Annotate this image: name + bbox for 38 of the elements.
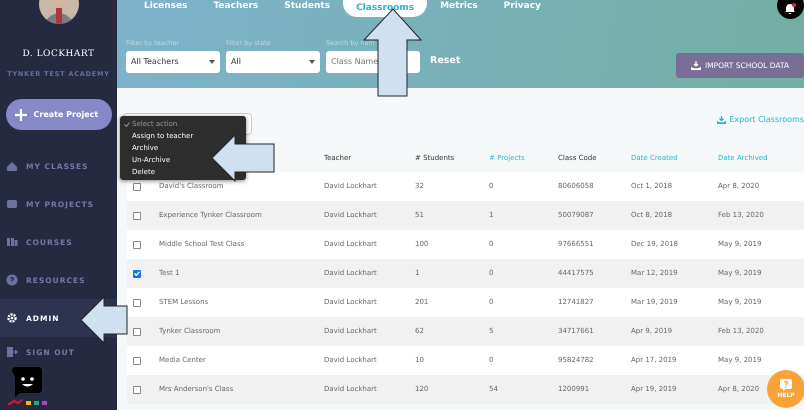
checkbox[interactable] [133,328,141,336]
books-icon [6,236,18,248]
checkbox[interactable] [133,386,141,394]
home-icon [6,160,18,172]
caret-icon [309,60,315,64]
checkbox[interactable] [133,270,141,278]
download-icon [717,116,726,124]
callout-arrow [80,296,128,344]
download-icon [690,61,701,70]
help-icon [780,378,792,390]
checkbox[interactable] [133,356,141,364]
plus-icon [14,108,28,122]
checkbox[interactable] [133,182,141,190]
checkbox[interactable] [133,212,141,220]
exit-icon [6,346,18,358]
bell-icon [784,3,796,15]
checkbox[interactable] [133,298,141,306]
mascot-icon [12,367,42,398]
checkbox[interactable] [133,240,141,248]
checkmark-icon [134,271,140,276]
tab[interactable]: Metrics [427,0,491,17]
logo-drawing [8,399,48,406]
user-name: D. LOCKHART [22,48,95,61]
tab[interactable]: Licenses [131,0,200,17]
tab[interactable]: Classrooms [343,0,428,17]
create-project-button[interactable]: Create Project [6,99,112,130]
folder-icon [6,198,18,210]
caret-icon [209,60,215,64]
dropdown-field[interactable]: All Teachers [126,50,220,73]
reset-button[interactable]: Reset [426,54,460,73]
tab[interactable]: Students [271,0,344,17]
tab[interactable]: Privacy [490,0,554,17]
export-link[interactable]: Export Classrooms [717,114,804,126]
help-icon [6,274,18,286]
checkmark-icon [124,122,130,127]
tab[interactable]: Teachers [200,0,272,17]
dropdown-field[interactable]: All [226,50,320,73]
settings-icon [6,312,18,324]
